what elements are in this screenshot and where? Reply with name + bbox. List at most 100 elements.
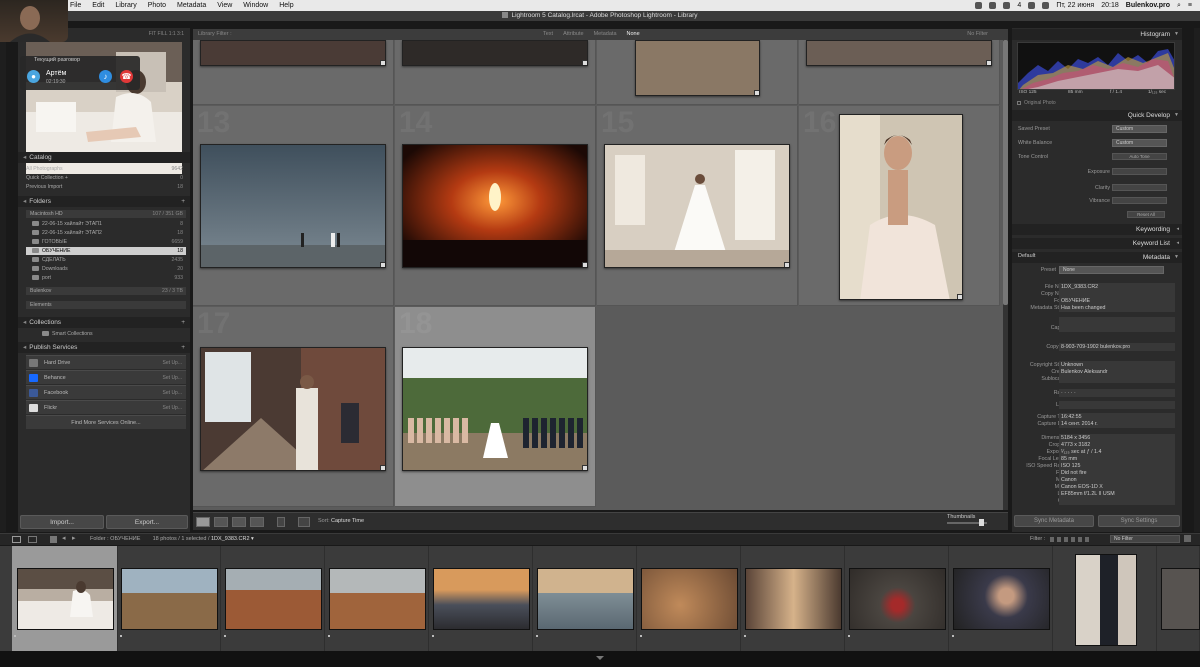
filmstrip-cell[interactable] — [1054, 546, 1157, 651]
grid-cell[interactable]: 14 — [395, 106, 596, 306]
menu-view[interactable]: View — [217, 2, 232, 9]
photo-thumbnail[interactable] — [604, 144, 790, 268]
publish-services-header[interactable]: ◂ Publish Services + — [18, 342, 190, 353]
menu-list-icon[interactable]: ≡ — [1188, 2, 1192, 9]
original-photo-checkbox[interactable] — [1017, 101, 1021, 105]
filmstrip-thumb[interactable] — [953, 568, 1050, 630]
microphone-icon[interactable]: ♪ — [99, 70, 112, 83]
photo-thumbnail[interactable] — [200, 144, 386, 268]
menubar-date[interactable]: Пт, 22 июня — [1056, 2, 1094, 9]
photo-thumbnail[interactable] — [402, 347, 588, 471]
folder-item[interactable]: port 933 — [26, 274, 186, 282]
filter-tab-text[interactable]: Text — [543, 29, 553, 40]
photo-thumbnail[interactable] — [839, 114, 963, 300]
photo-thumbnail[interactable] — [200, 40, 386, 66]
metadata-field-value[interactable] — [1059, 497, 1175, 505]
flag-icon[interactable] — [1064, 537, 1068, 542]
filmstrip[interactable] — [0, 546, 1200, 651]
filmstrip-thumb[interactable] — [1075, 554, 1137, 646]
metadata-field-value[interactable]: 8-903-709-1902 bulenkov.pro — [1059, 343, 1175, 351]
grid-cell[interactable] — [395, 40, 596, 105]
metadata-field-value[interactable]: Has been changed — [1059, 304, 1175, 312]
catalog-item[interactable]: Previous Import 18 — [26, 183, 186, 191]
photo-thumbnail[interactable] — [200, 347, 386, 471]
filmstrip-thumb[interactable] — [433, 568, 530, 630]
filmstrip-cell[interactable] — [534, 546, 637, 651]
menu-window[interactable]: Window — [243, 2, 268, 9]
smart-collections-item[interactable]: Smart Collections — [26, 330, 186, 338]
metadata-field-value[interactable] — [1059, 324, 1175, 332]
filmstrip-cell[interactable] — [326, 546, 429, 651]
filmstrip-cell[interactable] — [430, 546, 533, 651]
survey-view-icon[interactable] — [250, 517, 264, 527]
find-more-services-button[interactable]: Find More Services Online... — [26, 415, 186, 429]
metadata-field-value[interactable]: · · · · · — [1059, 389, 1175, 397]
sort-dropdown[interactable]: Capture Time — [331, 518, 364, 524]
forward-arrow-icon[interactable]: ▸ — [72, 534, 76, 542]
photo-thumbnail[interactable] — [806, 40, 992, 66]
quick-develop-header[interactable]: Quick Develop ▼ — [1012, 110, 1182, 121]
painter-icon[interactable] — [277, 517, 285, 527]
folder-item[interactable]: 22-06-15 хайлайт ЭТАП2 18 — [26, 229, 186, 237]
metadata-mode-dropdown[interactable]: Default — [1018, 253, 1035, 259]
filmstrip-thumb[interactable] — [745, 568, 842, 630]
publish-facebook[interactable]: Facebook Set Up... — [26, 385, 186, 399]
grid-cell[interactable]: 15 — [597, 106, 798, 306]
catalog-header[interactable]: ◂ Catalog — [18, 152, 190, 163]
tray-counter[interactable]: 4 — [1017, 2, 1021, 9]
filmstrip-thumb[interactable] — [121, 568, 218, 630]
volume-row[interactable]: Bulenkov 23 / 3 TB — [26, 287, 186, 295]
filmstrip-cell[interactable] — [222, 546, 325, 651]
screen-1-icon[interactable] — [12, 536, 21, 543]
reset-all-button[interactable]: Reset All — [1127, 211, 1165, 218]
menu-file[interactable]: File — [70, 2, 81, 9]
publish-behance[interactable]: Behance Set Up... — [26, 370, 186, 384]
add-publish-icon[interactable]: + — [181, 342, 185, 353]
filmstrip-cell[interactable] — [638, 546, 741, 651]
filter-tab-attribute[interactable]: Attribute — [563, 29, 583, 40]
filmstrip-thumb[interactable] — [641, 568, 738, 630]
filter-preset[interactable]: No Filter — [967, 29, 988, 40]
grid-cell[interactable] — [193, 40, 394, 105]
folder-path[interactable]: Folder : ОБУЧЕНИЕ — [90, 536, 140, 542]
grid-cell[interactable] — [799, 40, 1000, 105]
elements-row[interactable]: Elements — [26, 301, 186, 309]
sync-metadata-button[interactable]: Sync Metadata — [1014, 515, 1094, 527]
photo-thumbnail[interactable] — [402, 144, 588, 268]
publish-hard-drive[interactable]: Hard Drive Set Up... — [26, 355, 186, 369]
selected-file[interactable]: 1DX_9383.CR2 ▾ — [211, 536, 254, 542]
filter-lock-icon[interactable] — [1184, 535, 1191, 542]
setup-link[interactable]: Set Up... — [163, 386, 182, 400]
metadata-header[interactable]: Metadata ▼ — [1012, 252, 1182, 263]
tray-icon[interactable] — [975, 2, 983, 9]
menu-photo[interactable]: Photo — [148, 2, 166, 9]
filter-tab-none[interactable]: None — [627, 29, 640, 40]
keyword-list-header[interactable]: Keyword List ◂ — [1012, 238, 1182, 249]
filmstrip-cell[interactable] — [846, 546, 949, 651]
grid-cell-selected[interactable]: 18 — [395, 307, 596, 507]
histogram-header[interactable]: Histogram ▼ — [1012, 29, 1182, 40]
grid-cell[interactable] — [597, 40, 798, 105]
photo-grid[interactable]: 13 14 15 16 17 18 — [193, 40, 1003, 510]
metadata-preset-dropdown[interactable]: None — [1059, 266, 1164, 274]
auto-tone-button[interactable]: Auto Tone — [1112, 153, 1167, 160]
keywording-header[interactable]: Keywording ◂ — [1012, 224, 1182, 235]
filmstrip-thumb[interactable] — [1161, 568, 1200, 630]
publish-flickr[interactable]: Flickr Set Up... — [26, 400, 186, 414]
filter-flags[interactable] — [1050, 537, 1100, 542]
flag-icon[interactable] — [1050, 537, 1054, 542]
catalog-item[interactable]: Quick Collection +0 — [26, 174, 186, 182]
folder-item-selected[interactable]: ОБУЧЕНИЕ 18 — [26, 247, 186, 255]
photo-thumbnail[interactable] — [635, 40, 760, 96]
grid-icon[interactable] — [50, 536, 57, 543]
compare-view-icon[interactable] — [232, 517, 246, 527]
photo-thumbnail[interactable] — [402, 40, 588, 66]
filter-tab-metadata[interactable]: Metadata — [594, 29, 617, 40]
metadata-field-value[interactable] — [1059, 401, 1175, 409]
add-collection-icon[interactable]: + — [181, 317, 185, 328]
menu-library[interactable]: Library — [115, 2, 136, 9]
setup-link[interactable]: Set Up... — [163, 401, 182, 415]
add-folder-icon[interactable]: + — [181, 196, 185, 207]
import-button[interactable]: Import... — [20, 515, 104, 529]
grid-view-icon[interactable] — [196, 517, 210, 527]
